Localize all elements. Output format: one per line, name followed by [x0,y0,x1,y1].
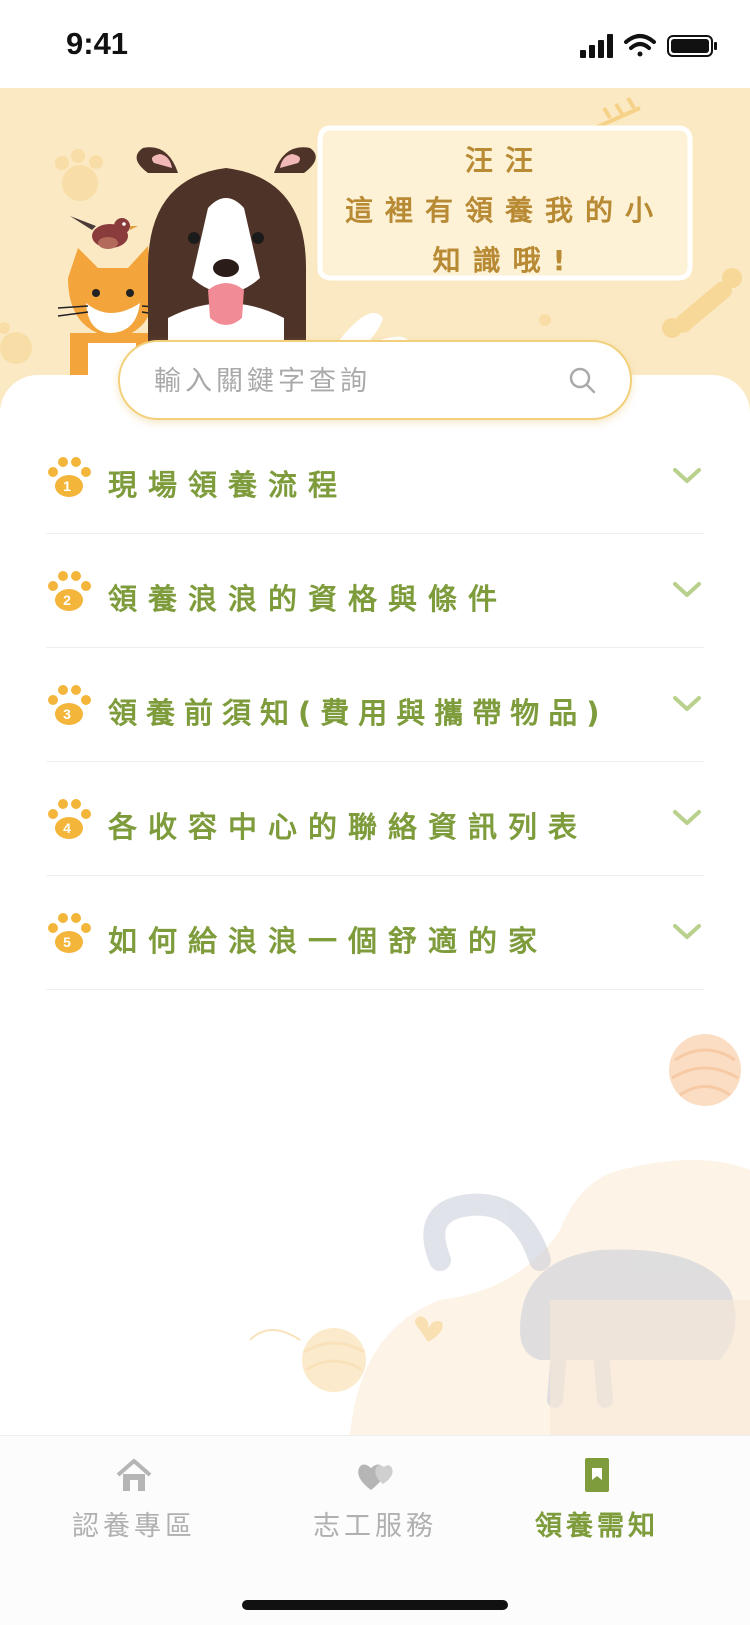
chevron-down-icon[interactable] [672,808,702,828]
hearts-icon [358,1464,393,1490]
wifi-icon [624,34,656,57]
faq-item-4[interactable]: 4 各收容中心的聯絡資訊列表 [46,762,704,876]
battery-icon [667,35,717,57]
faq-item-5[interactable]: 5 如何給浪浪一個舒適的家 [46,876,704,990]
chevron-down-icon[interactable] [672,580,702,600]
bird-illustration [70,216,138,249]
faq-number-badge: 3 [57,704,77,724]
tab-label: 認養專區 [72,1511,196,1542]
bottom-tab-bar: 認養專區 志工服務 領養需知 [0,1435,750,1625]
tab-label: 志工服務 [313,1511,437,1542]
faq-item-label: 如何給浪浪一個舒適的家 [108,924,549,958]
faq-item-2[interactable]: 2 領養浪浪的資格與條件 [46,534,704,648]
bookmark-book-icon [585,1458,609,1492]
faq-item-label: 現場領養流程 [108,468,349,502]
background-illustration [249,1034,750,1435]
faq-number-badge: 4 [57,818,77,838]
status-icons [580,34,717,58]
faq-item-3[interactable]: 3 領養前須知(費用與攜帶物品) [46,648,704,762]
tab-volunteer[interactable]: 志工服務 [275,1456,475,1566]
status-time: 9:41 [66,26,129,61]
faq-list: 1 現場領養流程 2 領養浪浪的資格與條件 3 領養前須知(費用與攜帶物品) 4… [46,420,704,990]
house-icon [116,1459,152,1491]
yarn-ball-icon [669,1034,741,1106]
tab-adoption-zone[interactable]: 認養專區 [34,1456,234,1566]
status-bar: 9:41 [0,0,750,88]
tab-label: 領養需知 [535,1511,659,1542]
chevron-down-icon[interactable] [672,466,702,486]
faq-item-label: 領養前須知(費用與攜帶物品) [108,696,609,730]
faq-number-badge: 5 [57,932,77,952]
tab-adoption-guide[interactable]: 領養需知 [497,1456,697,1566]
chevron-down-icon[interactable] [672,694,702,714]
home-indicator [242,1600,508,1610]
faq-number-badge: 1 [57,476,77,496]
faq-item-label: 領養浪浪的資格與條件 [108,582,509,616]
chevron-down-icon[interactable] [672,922,702,942]
faq-number-badge: 2 [57,590,77,610]
faq-item-label: 各收容中心的聯絡資訊列表 [108,810,589,844]
search-icon[interactable] [568,366,596,394]
signal-icon [580,34,613,58]
faq-item-1[interactable]: 1 現場領養流程 [46,420,704,534]
search-box[interactable] [118,340,632,420]
search-input[interactable] [152,342,556,420]
yarn-ball-small-icon [249,1328,366,1392]
